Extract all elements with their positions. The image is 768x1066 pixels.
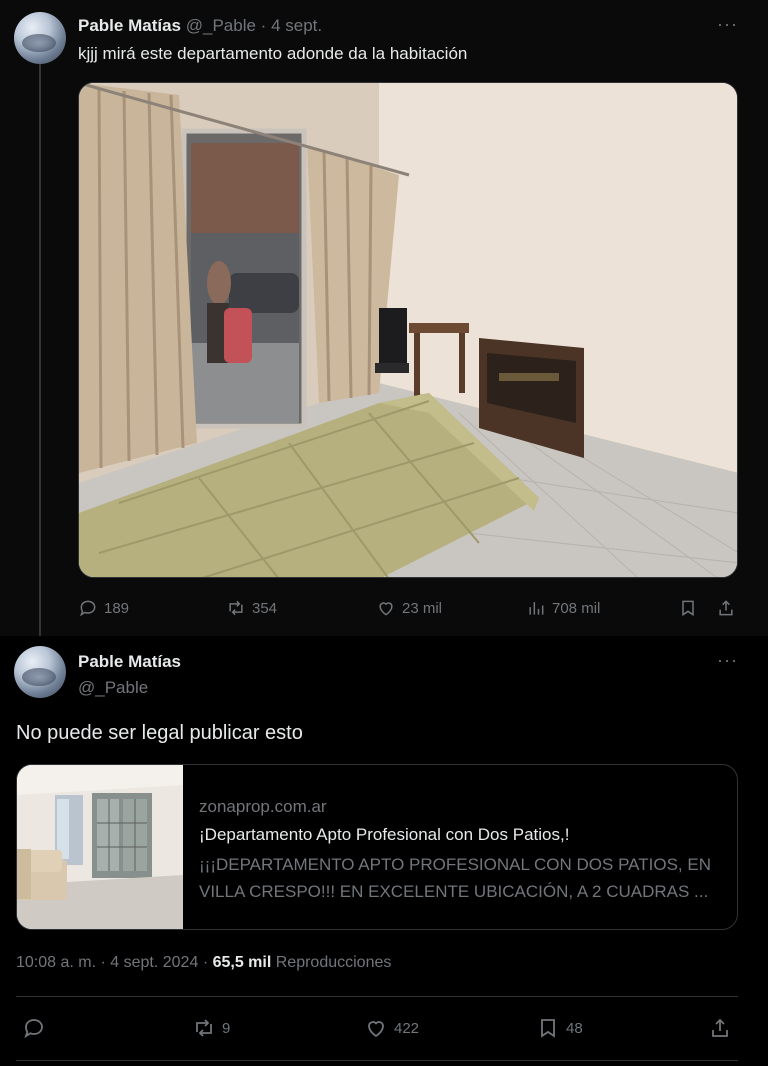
thread-connector-line [39, 64, 41, 644]
repost-count: 9 [222, 1019, 231, 1037]
share-icon [712, 1018, 728, 1037]
views-label: Reproducciones [275, 954, 392, 971]
repost-icon [196, 1019, 212, 1037]
more-options-icon[interactable]: ··· [717, 650, 738, 671]
tweet-meta: 10:08 a. m. · 4 sept. 2024 · 65,5 mil Re… [16, 954, 391, 972]
repost-count: 354 [252, 599, 278, 617]
bookmark-button[interactable]: 48 [536, 1016, 583, 1040]
link-card-description: ¡¡¡DEPARTAMENTO APTO PROFESIONAL CON DOS… [199, 855, 711, 901]
focused-tweet: Pable Matías @_Pable ··· No puede ser le… [0, 636, 768, 1066]
reply-icon [24, 1019, 43, 1039]
like-button[interactable]: 422 [364, 1016, 419, 1040]
bookmark-icon [682, 600, 694, 617]
link-card-title: ¡Departamento Apto Profesional con Dos P… [199, 825, 570, 844]
share-icon [719, 600, 733, 616]
bookmark-button[interactable] [678, 598, 698, 618]
share-button[interactable] [708, 1016, 732, 1040]
views-chart-icon [529, 602, 544, 615]
like-count: 23 mil [402, 599, 443, 617]
views-count[interactable]: 65,5 mil [213, 954, 272, 971]
avatar[interactable] [14, 12, 66, 64]
divider [16, 1060, 738, 1061]
more-options-icon[interactable]: ··· [717, 14, 738, 35]
tweet-actions: 9 422 48 [0, 1016, 768, 1044]
heart-icon [368, 1021, 384, 1038]
like-button[interactable]: 23 mil [376, 598, 442, 618]
tweet-date[interactable]: 4 sept. [271, 16, 322, 35]
author-name[interactable]: Pable Matías [78, 16, 181, 35]
repost-icon [229, 600, 243, 616]
bedroom-photo [79, 83, 737, 577]
heart-icon [379, 602, 393, 616]
author-handle[interactable]: @_Pable [78, 678, 148, 698]
apartment-photo [17, 765, 183, 929]
header-separator: · [260, 16, 267, 35]
tweet-header: Pable Matías @_Pable · 4 sept. [78, 16, 322, 36]
link-card-info: zonaprop.com.ar ¡Departamento Apto Profe… [199, 797, 725, 905]
tweet-text: No puede ser legal publicar esto [16, 722, 303, 744]
meta-separator: · [100, 954, 106, 971]
tweet-actions: 189 354 23 mil 708 mil [0, 596, 768, 620]
link-card-thumbnail [17, 765, 183, 929]
tweet-date[interactable]: 4 sept. 2024 [110, 954, 198, 971]
like-count: 422 [394, 1019, 420, 1037]
tweet-photo[interactable] [78, 82, 738, 578]
repost-button[interactable]: 9 [192, 1016, 230, 1040]
views-button[interactable]: 708 mil [526, 598, 600, 618]
parent-tweet[interactable]: Pable Matías @_Pable · 4 sept. ··· kjjj … [0, 0, 768, 644]
author-name[interactable]: Pable Matías [78, 652, 181, 672]
tweet-time[interactable]: 10:08 a. m. [16, 954, 96, 971]
repost-button[interactable]: 354 [226, 598, 277, 618]
reply-icon [79, 600, 96, 617]
author-handle[interactable]: @_Pable [186, 16, 256, 35]
bookmark-count: 48 [566, 1019, 583, 1037]
tweet-text: kjjj mirá este departamento adonde da la… [78, 44, 468, 63]
avatar[interactable] [14, 646, 66, 698]
reply-button[interactable]: 189 [78, 598, 129, 618]
link-card[interactable]: zonaprop.com.ar ¡Departamento Apto Profe… [16, 764, 738, 930]
divider [16, 996, 738, 997]
views-count: 708 mil [552, 599, 601, 617]
bookmark-icon [541, 1019, 555, 1038]
meta-separator: · [202, 954, 209, 971]
reply-count: 189 [104, 599, 130, 617]
reply-button[interactable] [22, 1016, 46, 1040]
link-card-domain: zonaprop.com.ar [199, 797, 327, 816]
share-button[interactable] [716, 598, 736, 618]
